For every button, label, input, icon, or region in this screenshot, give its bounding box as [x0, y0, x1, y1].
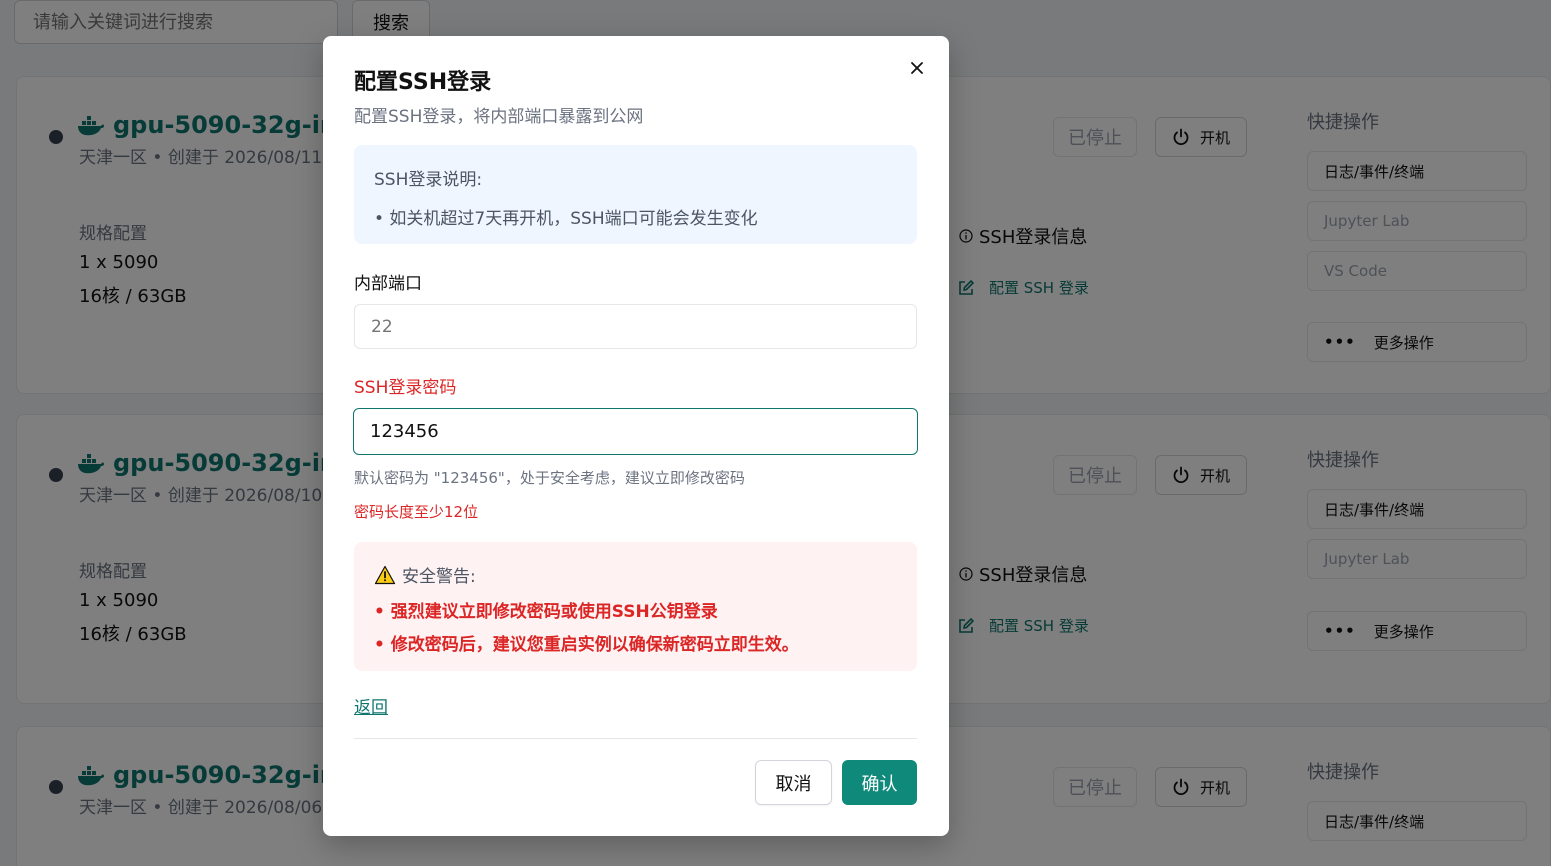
internal-port-input[interactable]	[354, 304, 917, 349]
confirm-button[interactable]: 确认	[842, 760, 917, 805]
port-label: 内部端口	[354, 274, 422, 294]
close-button[interactable]	[903, 54, 931, 82]
info-box-item: • 如关机超过7天再开机，SSH端口可能会发生变化	[374, 209, 758, 229]
warning-item: • 强烈建议立即修改密码或使用SSH公钥登录	[374, 602, 718, 622]
footer-divider	[354, 738, 917, 739]
password-hint: 默认密码为 "123456"，处于安全考虑，建议立即修改密码	[354, 469, 745, 487]
warning-item: • 修改密码后，建议您重启实例以确保新密码立即生效。	[374, 635, 799, 655]
back-link[interactable]: 返回	[354, 693, 388, 718]
ssh-password-input[interactable]	[353, 408, 918, 455]
password-error: 密码长度至少12位	[354, 503, 479, 521]
warning-title-text: 安全警告:	[402, 567, 476, 587]
password-label: SSH登录密码	[354, 378, 457, 398]
info-box-title: SSH登录说明:	[374, 170, 483, 190]
security-warning-box: 安全警告: • 强烈建议立即修改密码或使用SSH公钥登录 • 修改密码后，建议您…	[354, 542, 917, 671]
ssh-config-dialog: 配置SSH登录 配置SSH登录，将内部端口暴露到公网 SSH登录说明: • 如关…	[323, 36, 949, 836]
dialog-subtitle: 配置SSH登录，将内部端口暴露到公网	[354, 107, 644, 127]
cancel-button[interactable]: 取消	[755, 760, 832, 805]
close-icon	[911, 62, 923, 74]
warning-icon	[374, 565, 396, 584]
dialog-title: 配置SSH登录	[354, 70, 492, 95]
warning-title: 安全警告:	[374, 562, 897, 587]
ssh-info-box: SSH登录说明: • 如关机超过7天再开机，SSH端口可能会发生变化	[354, 145, 917, 244]
